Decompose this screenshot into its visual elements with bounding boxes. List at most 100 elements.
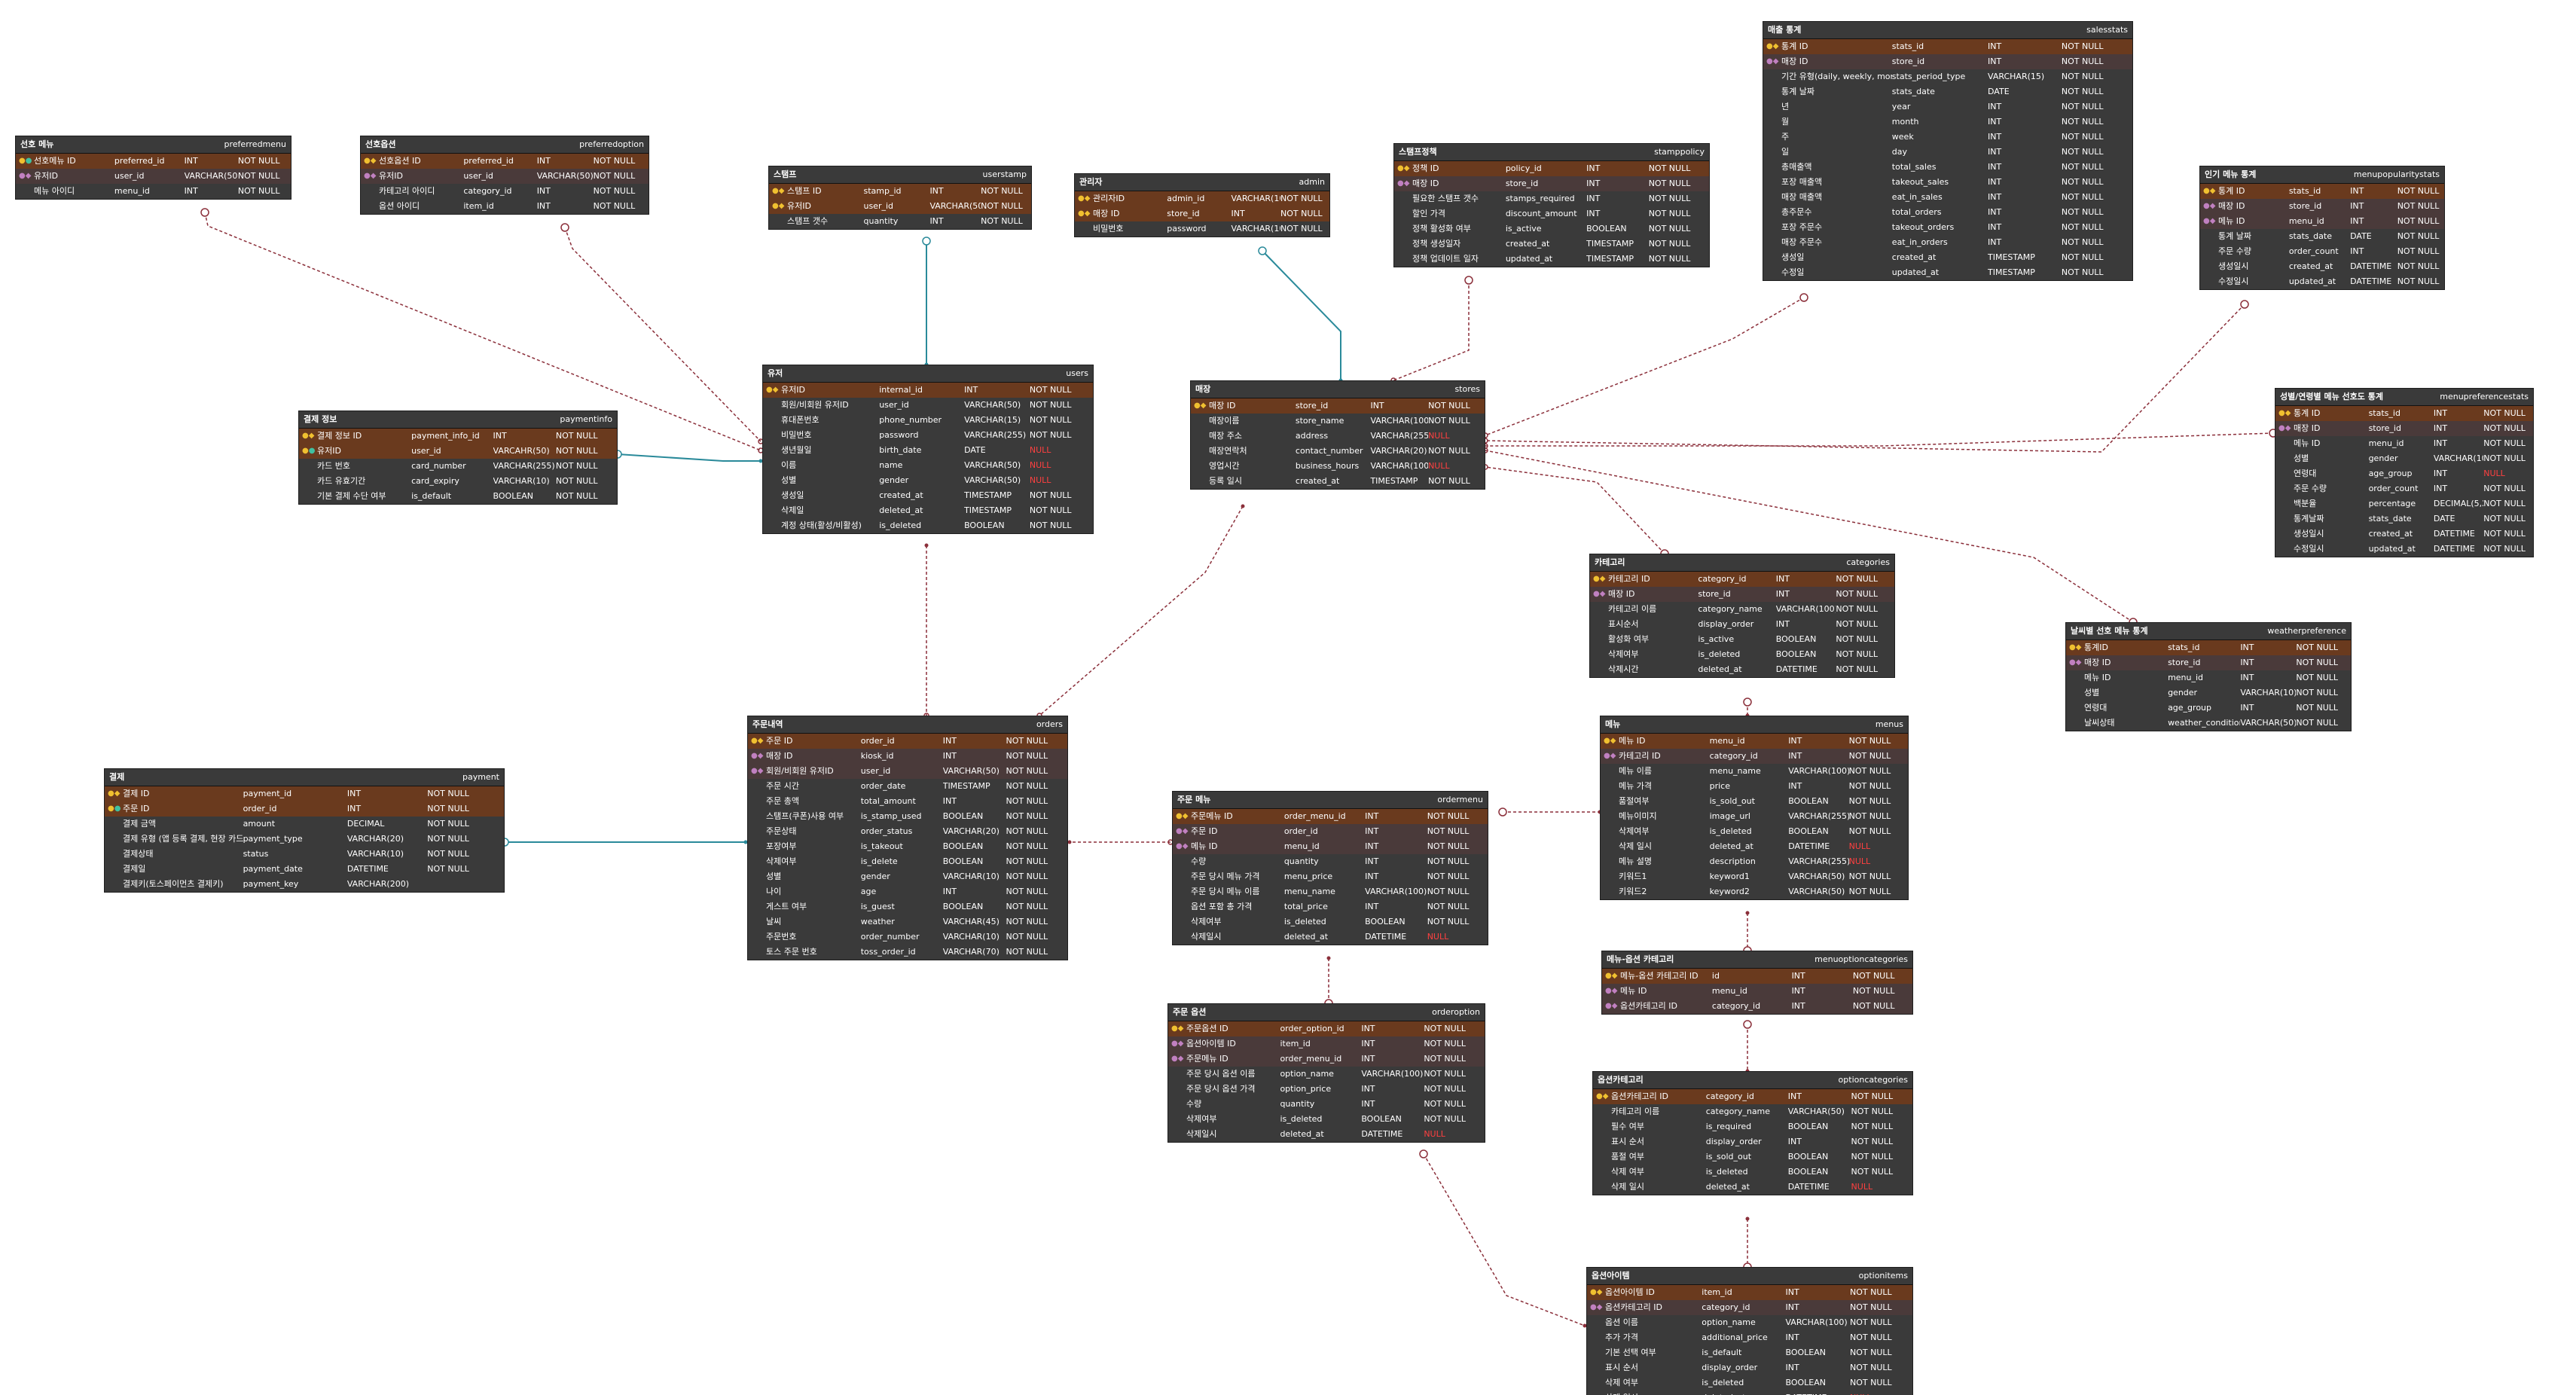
column-row[interactable]: ●◆ 회원/비회원 유저ID user_id VARCHAR(50) NOT NULL <box>748 764 1067 779</box>
column-row[interactable]: 결제일 payment_date DATETIME NOT NULL <box>105 862 504 877</box>
column-row[interactable]: 카테고리 아이디 category_id INT NOT NULL <box>361 184 649 199</box>
column-row[interactable]: 삭제 일시deleted_atDATETIMENULL <box>1593 1180 1912 1195</box>
column-row[interactable]: 할인 가격 discount_amount INT NOT NULL <box>1394 206 1709 221</box>
column-row[interactable]: 수량 quantity INT NOT NULL <box>1168 1097 1485 1112</box>
column-row[interactable]: ●◆ 매장 ID store_id INT NOT NULL <box>2275 421 2533 436</box>
column-row[interactable]: ●◆ 옵션카테고리 ID category_id INT NOT NULL <box>1602 999 1912 1014</box>
column-row[interactable]: ●◆ 옵션아이템 ID item_id INT NOT NULL <box>1587 1285 1912 1300</box>
column-row[interactable]: 주 week INT NOT NULL <box>1763 130 2132 145</box>
column-row[interactable]: ●● 주문 ID order_id INT NOT NULL <box>105 801 504 817</box>
column-row[interactable]: ●◆ 결제 ID payment_id INT NOT NULL <box>105 786 504 801</box>
column-row[interactable]: 메뉴 이름 menu_name VARCHAR(100) NOT NULL <box>1601 764 1908 779</box>
column-row[interactable]: 주문번호 order_number VARCHAR(10) NOT NULL <box>748 929 1067 945</box>
column-row[interactable]: 주문 수량 order_count INT NOT NULL <box>2275 481 2533 496</box>
column-row[interactable]: 주문 수량 order_count INT NOT NULL <box>2200 244 2444 259</box>
column-row[interactable]: 포장 주문수 takeout_orders INT NOT NULL <box>1763 220 2132 235</box>
column-row[interactable]: ●◆ 스탬프 ID stamp_id INT NOT NULL <box>769 184 1031 199</box>
column-row[interactable]: 총매출액 total_sales INT NOT NULL <box>1763 160 2132 175</box>
entity-menus[interactable]: 메뉴 menus ●◆ 메뉴 ID menu_id INT NOT NULL ●◆ 카테고리 I… <box>1600 716 1909 900</box>
column-row[interactable]: 회원/비회원 유저ID user_id VARCHAR(50) NOT NULL <box>763 398 1093 413</box>
column-row[interactable]: 생성일 created_at TIMESTAMP NOT NULL <box>1763 250 2132 265</box>
column-row[interactable]: ●◆ 메뉴 ID menu_id INT NOT NULL <box>1602 984 1912 999</box>
column-row[interactable]: 추가 가격 additional_price INT NOT NULL <box>1587 1330 1912 1345</box>
column-row[interactable]: 영업시간 business_hours VARCHAR(100) NULL <box>1191 459 1485 474</box>
column-row[interactable]: 수량 quantity INT NOT NULL <box>1173 854 1488 869</box>
column-row[interactable]: 기본 선택 여부 is_default BOOLEAN NOT NULL <box>1587 1345 1912 1360</box>
column-row[interactable]: ●◆ 카테고리 ID category_id INT NOT NULL <box>1601 749 1908 764</box>
column-row[interactable]: 메뉴 ID menu_id INT NOT NULL <box>2066 670 2351 685</box>
column-row[interactable]: 통계 날짜 stats_date DATE NOT NULL <box>1763 84 2132 99</box>
column-row[interactable]: 필수 여부 is_required BOOLEAN NOT NULL <box>1593 1119 1912 1134</box>
entity-paymentinfo[interactable]: 결제 정보 paymentinfo ●◆ 결제 정보 ID payment_info_i… <box>298 411 618 505</box>
column-row[interactable]: 품절 여부 is_sold_out BOOLEAN NOT NULL <box>1593 1149 1912 1165</box>
column-row[interactable]: ●◆ 유저ID internal_id INT NOT NULL <box>763 383 1093 398</box>
entity-menuoptioncategories[interactable]: 메뉴-옵션 카테고리 menuoptioncategories ●◆ 메뉴-옵션 카테… <box>1601 951 1913 1015</box>
column-row[interactable]: ●● 유저ID user_id VARCAHR(50) NOT NULL <box>299 444 617 459</box>
column-row[interactable]: 생년월일 birth_date DATE NULL <box>763 443 1093 458</box>
column-row[interactable]: 수정일 updated_at TIMESTAMP NOT NULL <box>1763 265 2132 280</box>
column-row[interactable]: 스탬프(쿠폰)사용 여부 is_stamp_used BOOLEAN NOT NULL <box>748 809 1067 824</box>
column-row[interactable]: 삭제일 deleted_at TIMESTAMP NOT NULL <box>763 503 1093 518</box>
column-row[interactable]: 년 year INT NOT NULL <box>1763 99 2132 114</box>
column-row[interactable]: 통계 날짜 stats_date DATE NOT NULL <box>2200 229 2444 244</box>
column-row[interactable]: 나이 age INT NOT NULL <box>748 884 1067 899</box>
column-row[interactable]: 토스 주문 번호 toss_order_id VARCHAR(70) NOT NULL <box>748 945 1067 960</box>
column-row[interactable]: 일 day INT NOT NULL <box>1763 145 2132 160</box>
column-row[interactable]: 메뉴이미지 image_url VARCHAR(255) NOT NULL <box>1601 809 1908 824</box>
column-row[interactable]: 카드 번호 card_number VARCHAR(255) NOT NULL <box>299 459 617 474</box>
column-row[interactable]: ●◆ 카테고리 ID category_id INT NOT NULL <box>1590 572 1894 587</box>
column-row[interactable]: 키워드1 keyword1 VARCHAR(50) NOT NULL <box>1601 869 1908 884</box>
entity-menupopularitystats[interactable]: 인기 메뉴 통계 menupopularitystats ●◆ 통계 ID stats_… <box>2199 166 2445 290</box>
column-row[interactable]: 메뉴 가격 price INT NOT NULL <box>1601 779 1908 794</box>
column-row[interactable]: 비밀번호 password VARCHAR(100)NOT NULL <box>1075 221 1329 237</box>
column-row[interactable]: 생성일 created_at TIMESTAMP NOT NULL <box>763 488 1093 503</box>
column-row[interactable]: 표시 순서 display_order INT NOT NULL <box>1593 1134 1912 1149</box>
column-row[interactable]: ●◆ 통계 ID stats_id INT NOT NULL <box>2275 406 2533 421</box>
column-row[interactable]: 생성일시 created_at DATETIME NOT NULL <box>2200 259 2444 274</box>
column-row[interactable]: ●◆ 정책 ID policy_id INT NOT NULL <box>1394 161 1709 176</box>
column-row[interactable]: 매장 주문수 eat_in_orders INT NOT NULL <box>1763 235 2132 250</box>
column-row[interactable]: 표시순서 display_order INT NOT NULL <box>1590 617 1894 632</box>
column-row[interactable]: 결제 유형 (앱 등록 결제, 현장 카드 결제 등)payment_type V… <box>105 832 504 847</box>
column-row[interactable]: ●◆ 유저ID user_id VARCHAR(50) NOT NULL <box>16 169 291 184</box>
column-row[interactable]: 삭제 여부 is_deleted BOOLEAN NOT NULL <box>1593 1165 1912 1180</box>
column-row[interactable]: 메뉴 설명 description VARCHAR(255) NULL <box>1601 854 1908 869</box>
entity-stamppolicy[interactable]: 스탬프정책 stamppolicy ●◆ 정책 ID policy_id INT NOT N… <box>1393 143 1710 267</box>
column-row[interactable]: 삭제일시 deleted_at DATETIME NULL <box>1168 1127 1485 1142</box>
column-row[interactable]: ●◆ 매장 ID store_id INT NOT NULL <box>1763 54 2132 69</box>
column-row[interactable]: 삭제여부 is_deleted BOOLEAN NOT NULL <box>1601 824 1908 839</box>
column-row[interactable]: ●◆ 매장 ID store_id INT NOT NULL <box>1075 206 1329 221</box>
column-row[interactable]: 메뉴 ID menu_id INT NOT NULL <box>2275 436 2533 451</box>
column-row[interactable]: 카테고리 이름 category_name VARCHAR(50) NOT NULL <box>1593 1104 1912 1119</box>
column-row[interactable]: 비밀번호 password VARCHAR(255) NOT NULL <box>763 428 1093 443</box>
column-row[interactable]: 매장 매출액 eat_in_sales INT NOT NULL <box>1763 190 2132 205</box>
column-row[interactable]: 삭제 일시deleted_atDATETIMENULL <box>1587 1390 1912 1395</box>
column-row[interactable]: 정책 업데이트 일자 updated_at TIMESTAMP NOT NULL <box>1394 252 1709 267</box>
column-row[interactable]: ●◆ 통계 ID stats_id INT NOT NULL <box>1763 39 2132 54</box>
column-row[interactable]: 매장연락처 contact_number VARCHAR(20) NOT NULL <box>1191 444 1485 459</box>
column-row[interactable]: ●◆ 통계ID stats_id INT NOT NULL <box>2066 640 2351 655</box>
column-row[interactable]: ●◆ 매장 ID store_id INT NOT NULL <box>1590 587 1894 602</box>
column-row[interactable]: 삭제 일시deleted_atDATETIMENULL <box>1601 839 1908 854</box>
column-row[interactable]: 주문 당시 옵션 이름 option_name VARCHAR(100) NOT NU… <box>1168 1067 1485 1082</box>
column-row[interactable]: ●◆ 옵션카테고리 ID category_id INT NOT NULL <box>1587 1300 1912 1315</box>
column-row[interactable]: 주문 당시 메뉴 이름 menu_name VARCHAR(100) NOT NULL <box>1173 884 1488 899</box>
column-row[interactable]: 포장여부 is_takeout BOOLEAN NOT NULL <box>748 839 1067 854</box>
column-row[interactable]: 성별 gender VARCHAR(50) NULL <box>763 473 1093 488</box>
column-row[interactable]: 게스트 여부 is_guest BOOLEAN NOT NULL <box>748 899 1067 914</box>
column-row[interactable]: 연령대 age_group INT NOT NULL <box>2066 701 2351 716</box>
column-row[interactable]: 기본 결제 수단 여부 is_default BOOLEAN NOT NULL <box>299 489 617 504</box>
column-row[interactable]: 통계날짜 stats_date DATE NOT NULL <box>2275 511 2533 527</box>
column-row[interactable]: ●◆ 유저ID user_id VARCHAR(50) NOT NULL <box>361 169 649 184</box>
column-row[interactable]: 결제키(토스페이먼츠 결제키) payment_key VARCHAR(200) <box>105 877 504 892</box>
column-row[interactable]: 포장 매출액 takeout_sales INT NOT NULL <box>1763 175 2132 190</box>
entity-stores[interactable]: 매장 stores ●◆ 매장 ID store_id INT NOT NULL 매장이름 st… <box>1190 380 1485 490</box>
column-row[interactable]: 정책 활성화 여부 is_active BOOLEAN NOT NULL <box>1394 221 1709 237</box>
column-row[interactable]: ●◆ 결제 정보 ID payment_info_id INT NOT NULL <box>299 429 617 444</box>
column-row[interactable]: ●◆ 메뉴-옵션 카테고리 ID id INT NOT NULL <box>1602 969 1912 984</box>
entity-orderoption[interactable]: 주문 옵션 orderoption ●◆ 주문옵션 ID order_option_id… <box>1167 1003 1485 1143</box>
column-row[interactable]: 기간 유형(daily, weekly, montyly)stats_perio… <box>1763 69 2132 84</box>
column-row[interactable]: 결제상태 status VARCHAR(10) NOT NULL <box>105 847 504 862</box>
column-row[interactable]: 매장이름 store_name VARCHAR(100) NOT NULL <box>1191 414 1485 429</box>
entity-admin[interactable]: 관리자admin●◆관리자IDadmin_idVARCHAR(100)NOT N… <box>1074 173 1330 237</box>
